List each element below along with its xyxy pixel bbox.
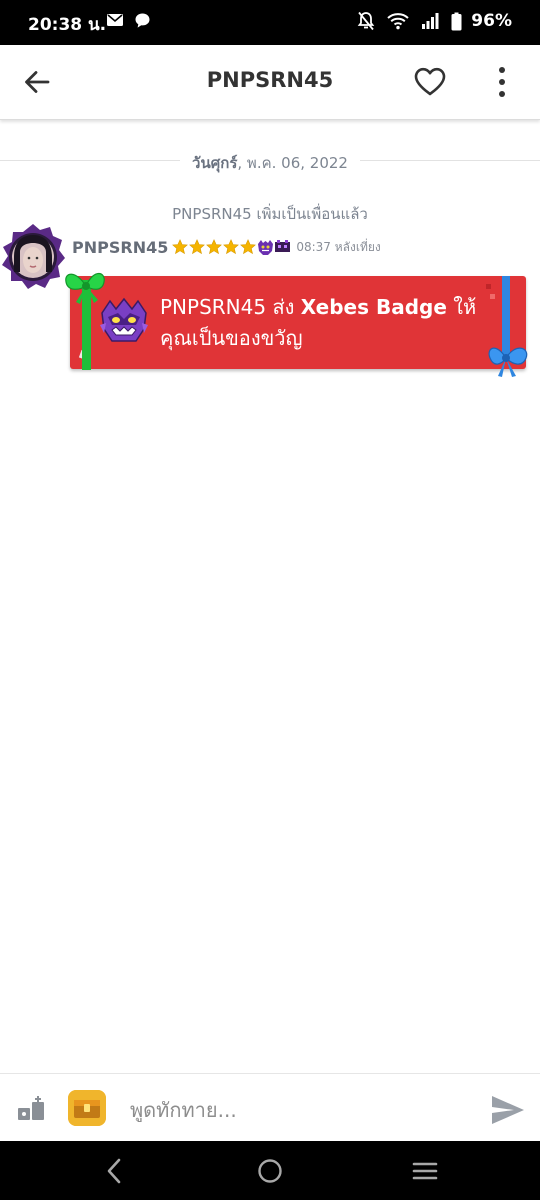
message-input[interactable] (128, 1094, 462, 1126)
star-icon (240, 238, 257, 254)
status-time: 20:38 น. (28, 15, 107, 35)
notifications-off-icon (357, 11, 375, 31)
star-icon (206, 238, 223, 254)
nav-home-icon[interactable] (255, 1156, 285, 1186)
pixel-badge-icon (275, 239, 291, 252)
star-icon (223, 238, 240, 254)
more-vert-icon[interactable] (490, 65, 514, 99)
treasure-chest-icon[interactable] (68, 1090, 106, 1126)
system-nav-bar (0, 1141, 540, 1200)
message-composer (0, 1073, 540, 1142)
date-divider-right (360, 160, 540, 161)
mail-icon (107, 14, 123, 26)
sender-name[interactable]: PNPSRN45 (72, 238, 168, 257)
app-bar: PNPSRN45 (0, 45, 540, 120)
message-header: PNPSRN45 08:37 หลังเที่ยง (72, 236, 381, 258)
battery-icon (451, 12, 462, 30)
star-icon (172, 238, 189, 254)
sender-rating (172, 238, 291, 256)
wifi-icon (387, 13, 409, 30)
nav-recents-icon[interactable] (410, 1156, 440, 1186)
signal-icon (422, 13, 439, 29)
date-rest: , พ.ค. 06, 2022 (237, 154, 348, 172)
date-day: วันศุกร์ (192, 154, 238, 172)
battery-percent: 96% (471, 11, 512, 31)
star-icon (189, 238, 206, 254)
green-ribbon-decoration (65, 272, 105, 370)
system-message: PNPSRN45 เพิ่มเป็นเพื่อนแล้ว (172, 205, 368, 223)
heart-icon[interactable] (413, 66, 447, 98)
message-time: 08:37 หลังเที่ยง (296, 239, 381, 254)
blue-ribbon-decoration (488, 276, 528, 377)
avatar[interactable] (0, 222, 66, 292)
monster-badge-icon (258, 239, 274, 255)
page-title: PNPSRN45 (206, 68, 334, 92)
nav-back-icon[interactable] (100, 1156, 130, 1186)
chat-bubble-icon (135, 13, 150, 28)
date-separator: วันศุกร์, พ.ค. 06, 2022 (0, 150, 540, 172)
status-bar: 20:38 น. 96% (0, 0, 540, 45)
sticker-gift-icon[interactable] (16, 1094, 46, 1124)
date-label: วันศุกร์, พ.ค. 06, 2022 (0, 151, 540, 175)
send-icon[interactable] (490, 1094, 526, 1126)
